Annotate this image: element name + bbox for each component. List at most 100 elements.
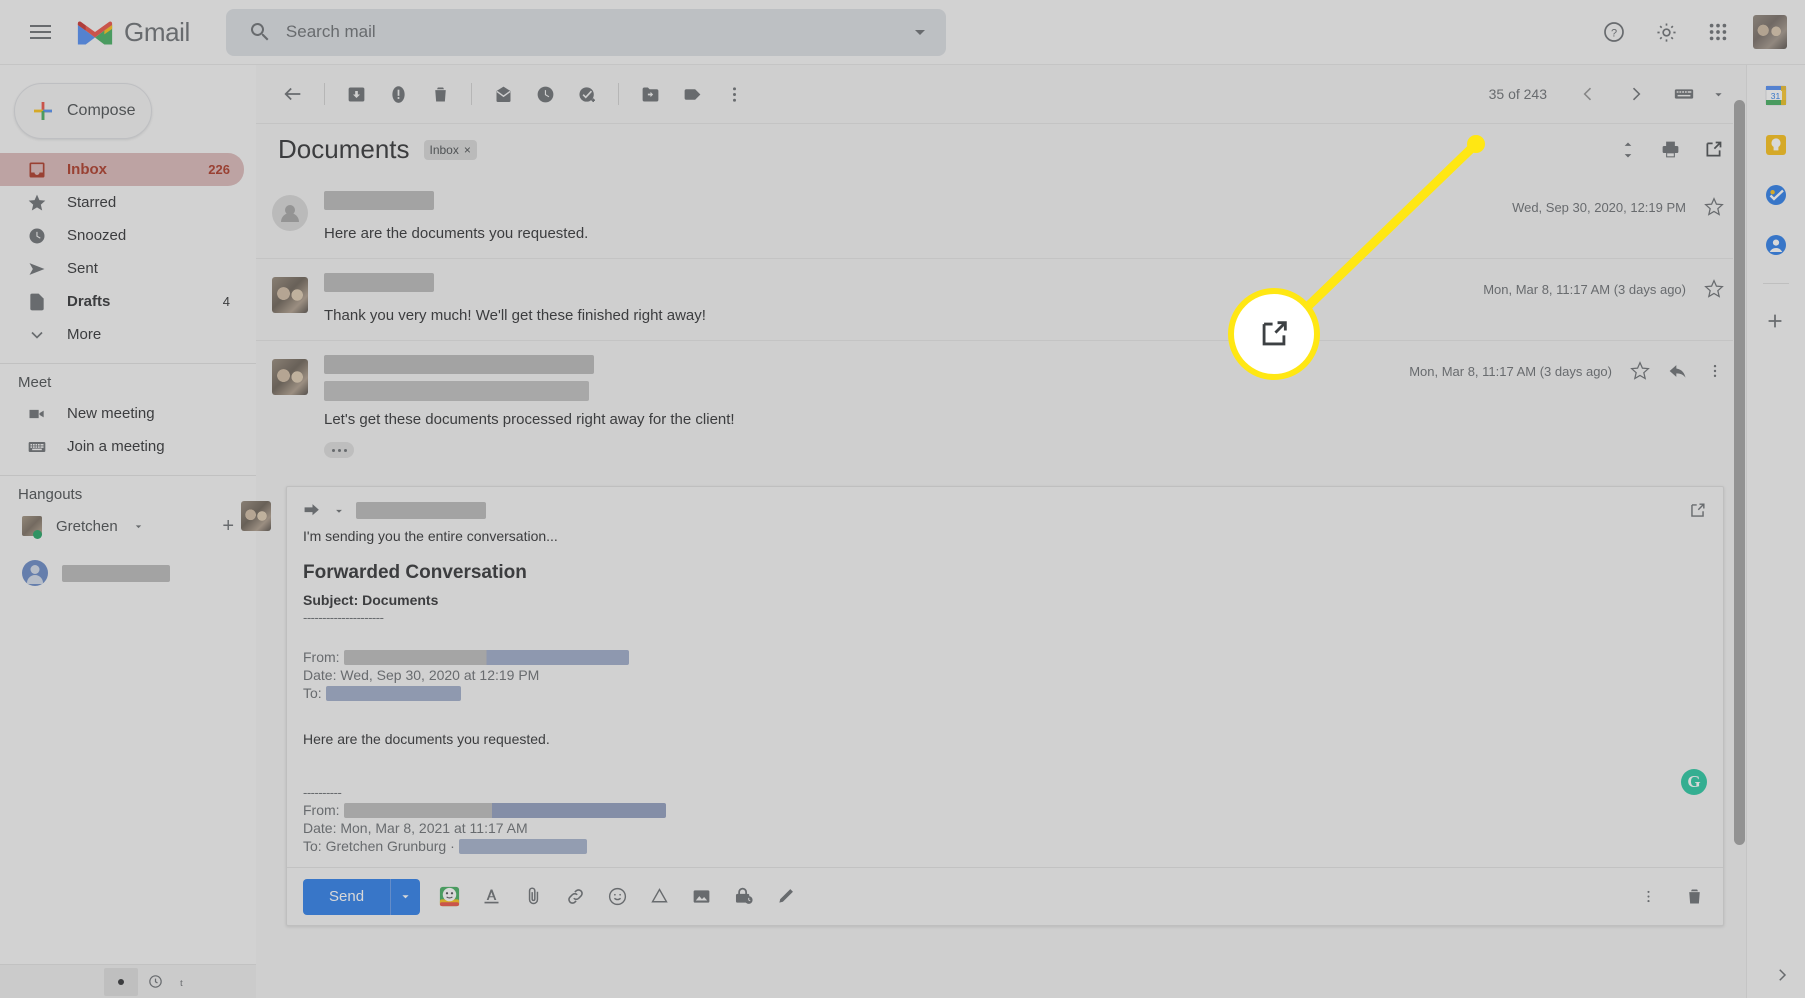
attach-file-icon[interactable] — [520, 884, 546, 910]
insert-drive-file-icon[interactable] — [646, 884, 672, 910]
search-icon — [248, 20, 272, 44]
search-input[interactable] — [285, 22, 908, 42]
thread-label-chip[interactable]: Inbox × — [423, 139, 477, 160]
sidebar-item-join-meeting[interactable]: Join a meeting — [0, 430, 244, 463]
open-in-new-window-icon[interactable] — [1703, 139, 1724, 160]
avatar — [272, 195, 308, 231]
google-calendar-icon[interactable]: 31 — [1764, 83, 1788, 107]
google-contacts-icon[interactable] — [1764, 233, 1788, 257]
recipient-caret-icon[interactable] — [332, 504, 346, 518]
rail-divider — [1763, 283, 1789, 284]
sidebar-item-snoozed[interactable]: Snoozed — [0, 219, 244, 252]
compose-footer-actions — [1635, 884, 1707, 910]
sidebar-item-more[interactable]: More — [0, 318, 244, 351]
main-menu-icon[interactable] — [12, 25, 68, 39]
compose-toolbar: Send — [287, 867, 1723, 925]
report-spam-icon[interactable] — [377, 73, 419, 115]
mark-unread-icon[interactable] — [482, 73, 524, 115]
main-content: 35 of 243 Documents Inbox × Here are the… — [241, 65, 1746, 998]
avatar[interactable] — [1753, 15, 1787, 49]
confidential-mode-icon[interactable] — [730, 884, 756, 910]
sidebar-item-label: Join a meeting — [67, 438, 165, 455]
back-arrow-icon[interactable] — [272, 73, 314, 115]
more-vertical-icon[interactable] — [713, 73, 755, 115]
forward-arrow-icon — [303, 501, 322, 520]
avatar — [272, 277, 308, 313]
search-options-icon[interactable] — [908, 20, 932, 44]
compose-popout-icon[interactable] — [1688, 501, 1707, 520]
gmail-brand[interactable]: Gmail — [76, 17, 190, 48]
contact-avatar-icon — [22, 560, 48, 586]
svg-text:t: t — [180, 978, 183, 989]
sidebar-item-starred[interactable]: Starred — [0, 186, 244, 219]
search-bar[interactable] — [225, 8, 946, 56]
gear-icon[interactable] — [1649, 15, 1683, 49]
archive-icon[interactable] — [335, 73, 377, 115]
apps-grid-icon[interactable] — [1701, 15, 1735, 49]
trash-icon[interactable] — [419, 73, 461, 115]
compose-body[interactable]: I'm sending you the entire conversation.… — [287, 524, 1723, 867]
show-trimmed-content-icon[interactable] — [324, 442, 354, 458]
active-account-dot-icon[interactable] — [104, 967, 138, 996]
star-outline-icon[interactable] — [1630, 361, 1650, 381]
more-vertical-icon[interactable] — [1706, 362, 1724, 380]
pagination-controls: 35 of 243 — [1489, 73, 1746, 115]
caret-down-icon[interactable] — [132, 520, 145, 533]
more-vertical-icon[interactable] — [1635, 884, 1661, 910]
send-icon — [26, 258, 47, 279]
google-keep-icon[interactable] — [1764, 133, 1788, 157]
snooze-clock-icon[interactable] — [524, 73, 566, 115]
message-date: Mon, Mar 8, 11:17 AM (3 days ago) — [1483, 281, 1686, 297]
sidebar-item-inbox[interactable]: Inbox 226 — [0, 153, 244, 186]
grammarly-badge-icon[interactable]: G — [1681, 769, 1707, 795]
add-app-plus-icon[interactable] — [1764, 310, 1788, 334]
insert-photo-icon[interactable] — [688, 884, 714, 910]
table-row[interactable]: Thank you very much! We'll get these fin… — [256, 259, 1746, 341]
google-tasks-icon[interactable] — [1764, 183, 1788, 207]
discard-draft-icon[interactable] — [1681, 884, 1707, 910]
compose-button[interactable]: Compose — [14, 83, 152, 139]
smart-compose-avatar-icon[interactable] — [436, 884, 462, 910]
input-tools-caret-icon[interactable] — [1711, 87, 1726, 102]
add-to-tasks-icon[interactable] — [566, 73, 608, 115]
sidebar-item-sent[interactable]: Sent — [0, 252, 244, 285]
text-cursor-icon[interactable]: t — [172, 973, 190, 991]
star-outline-icon[interactable] — [1704, 197, 1724, 217]
star-outline-icon[interactable] — [1704, 279, 1724, 299]
table-row[interactable]: Here are the documents you requested. We… — [256, 177, 1746, 259]
send-button[interactable]: Send — [303, 878, 391, 915]
insert-link-icon[interactable] — [562, 884, 588, 910]
clock-icon[interactable] — [146, 973, 164, 991]
send-options-icon[interactable] — [390, 878, 421, 915]
close-icon[interactable]: × — [464, 143, 471, 157]
label-tag-icon[interactable] — [671, 73, 713, 115]
highlight-callout-open-in-new-window[interactable] — [1228, 288, 1320, 380]
table-row[interactable]: Let's get these documents processed righ… — [256, 341, 1746, 474]
print-icon[interactable] — [1660, 139, 1681, 160]
svg-text:?: ? — [1611, 28, 1617, 40]
move-to-folder-icon[interactable] — [629, 73, 671, 115]
reply-arrow-icon[interactable] — [1668, 361, 1688, 381]
expand-panel-icon[interactable] — [1773, 966, 1791, 984]
scrollbar-thumb[interactable] — [1734, 100, 1745, 845]
sender-name-redacted — [324, 191, 434, 210]
draft-icon — [26, 291, 47, 312]
hangouts-contact-row[interactable] — [0, 553, 256, 593]
chevron-right-icon[interactable] — [1615, 73, 1657, 115]
help-icon[interactable]: ? — [1597, 15, 1631, 49]
insert-signature-icon[interactable] — [772, 884, 798, 910]
expand-collapse-icon[interactable] — [1618, 140, 1638, 160]
sidebar-item-drafts[interactable]: Drafts 4 — [0, 285, 244, 318]
plus-icon — [31, 99, 55, 123]
hangouts-add-icon[interactable]: + — [222, 515, 234, 538]
chevron-left-icon[interactable] — [1567, 73, 1609, 115]
sidebar-item-new-meeting[interactable]: New meeting — [0, 397, 244, 430]
formatting-options-icon[interactable] — [478, 884, 504, 910]
scrollbar[interactable] — [1733, 100, 1746, 845]
divider-short: ---------- — [303, 785, 342, 800]
from-label: From: — [303, 649, 340, 665]
hangouts-user-row[interactable]: Gretchen + — [0, 509, 256, 543]
insert-emoji-icon[interactable] — [604, 884, 630, 910]
recipient-redacted[interactable] — [356, 502, 486, 519]
input-tools-icon[interactable] — [1663, 73, 1705, 115]
